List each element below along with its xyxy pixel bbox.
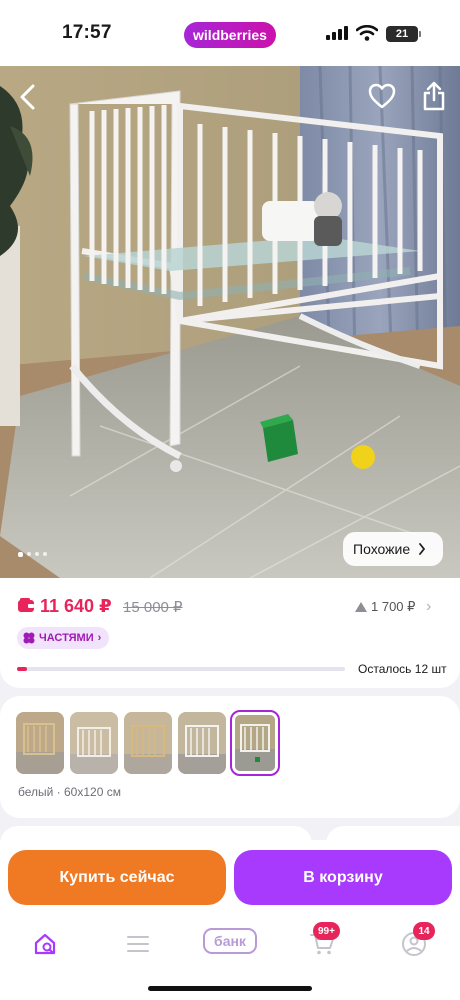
chevron-right-icon [419, 543, 426, 555]
variant-thumbnail-selected[interactable] [230, 710, 280, 776]
tab-home[interactable] [26, 924, 66, 964]
pager-dot [43, 552, 47, 556]
menu-icon [127, 936, 149, 952]
stock-progress-bar [17, 667, 345, 671]
similar-products-button[interactable]: Похожие [343, 532, 443, 566]
bottom-bar: Купить сейчас В корзину банк 99+ 14 [0, 840, 460, 1000]
product-photo-gallery[interactable]: Похожие [0, 66, 460, 578]
price-history-value: 1 700 ₽ [371, 599, 416, 614]
wallet-icon [18, 598, 34, 612]
triangle-up-icon [355, 602, 367, 612]
cellular-signal-icon [326, 26, 348, 40]
price-card: 11 640 ₽ 15 000 ₽ 1 700 ₽ › ЧАСТЯМИ › Ос… [0, 578, 460, 688]
installments-badge[interactable]: ЧАСТЯМИ › [17, 627, 110, 649]
pager-dot [35, 552, 39, 556]
tab-bank[interactable]: банк [203, 928, 257, 954]
status-bar: 17:57 wildberries 21 [0, 0, 460, 66]
cart-count-badge: 99+ [313, 922, 340, 940]
variant-image [235, 715, 275, 771]
home-indicator [148, 986, 312, 991]
back-button[interactable] [10, 80, 44, 114]
chevron-right-icon: › [97, 632, 102, 644]
favorite-button[interactable] [364, 78, 400, 114]
variant-image [124, 712, 172, 774]
clock: 17:57 [62, 22, 112, 43]
current-price: 11 640 ₽ [40, 596, 112, 616]
wifi-icon [356, 25, 378, 41]
share-button[interactable] [418, 78, 450, 114]
battery-tip [419, 31, 421, 37]
similar-label: Похожие [353, 541, 411, 557]
variant-thumbnails [16, 710, 280, 776]
battery-indicator: 21 [386, 26, 418, 42]
stock-progress-fill [17, 667, 27, 671]
profile-notification-badge: 14 [413, 922, 435, 940]
product-page: 17:57 wildberries 21 Похожие 11 640 ₽ 15… [0, 0, 460, 1000]
old-price: 15 000 ₽ [123, 599, 183, 616]
tab-catalog[interactable] [118, 924, 158, 964]
gallery-pager-dots [18, 552, 47, 557]
variant-image [70, 712, 118, 774]
variant-thumbnail[interactable] [178, 712, 226, 774]
variant-thumbnail[interactable] [16, 712, 64, 774]
pager-dot [27, 552, 31, 556]
installments-icon [23, 632, 35, 644]
add-to-cart-button[interactable]: В корзину [234, 850, 452, 905]
brand-logo: wildberries [184, 22, 276, 48]
chevron-right-icon[interactable]: › [426, 598, 431, 616]
price-history-link[interactable]: 1 700 ₽ [355, 599, 415, 615]
variant-image [16, 712, 64, 774]
buy-now-button[interactable]: Купить сейчас [8, 850, 226, 905]
pager-dot-active [18, 552, 23, 557]
chevron-left-icon [20, 84, 35, 110]
variant-thumbnail[interactable] [70, 712, 118, 774]
selected-variant-label: белый · 60х120 см [18, 785, 121, 799]
variant-thumbnail[interactable] [124, 712, 172, 774]
product-photo [0, 66, 460, 578]
heart-icon [368, 83, 396, 109]
variants-card: белый · 60х120 см [0, 696, 460, 818]
installments-label: ЧАСТЯМИ [39, 632, 94, 644]
share-icon [423, 81, 445, 111]
variant-image [178, 712, 226, 774]
home-search-icon [34, 933, 56, 955]
stock-remaining: Осталось 12 шт [358, 662, 447, 676]
